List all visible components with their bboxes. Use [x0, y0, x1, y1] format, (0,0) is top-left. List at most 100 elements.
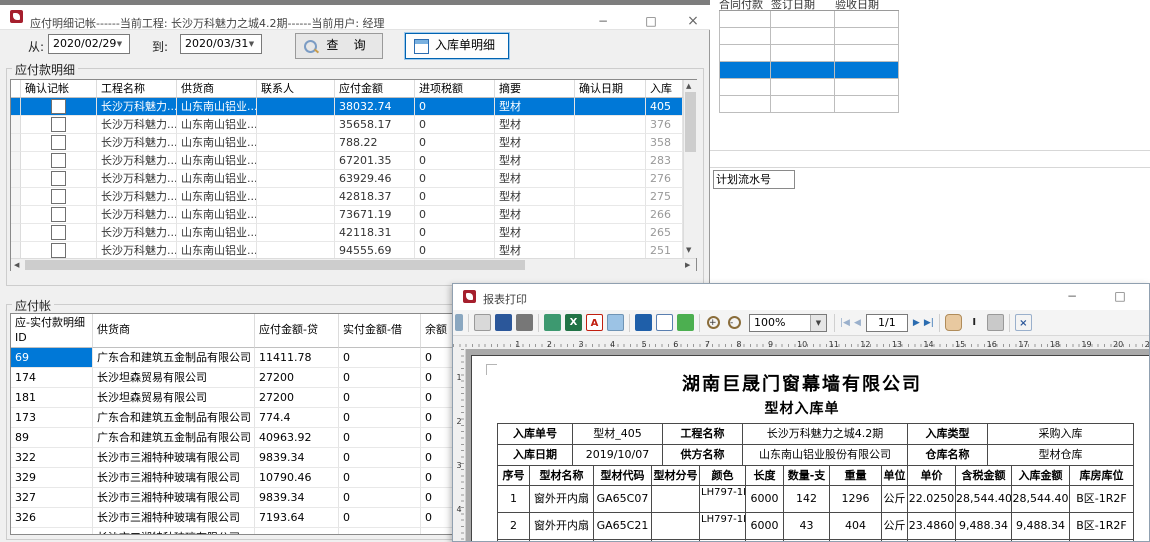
- page-setup-icon[interactable]: [495, 314, 512, 331]
- scroll-up-icon[interactable]: ▲: [686, 82, 691, 90]
- minimize-icon[interactable]: −: [1057, 288, 1087, 306]
- save-icon[interactable]: [635, 314, 652, 331]
- divider: [699, 150, 1150, 151]
- last-page-button[interactable]: ▶|: [924, 318, 934, 328]
- form-info-row: 入库日期2019/10/07供方名称山东南山铝业股份有限公司仓库名称型材仓库: [498, 445, 1134, 466]
- scroll-left-icon[interactable]: ◀: [14, 261, 19, 269]
- export-icon[interactable]: [544, 314, 561, 331]
- app-icon: [463, 290, 476, 303]
- chart-icon[interactable]: [677, 314, 694, 331]
- text-select-icon[interactable]: I: [966, 314, 983, 331]
- ruler-number: 17: [1008, 340, 1040, 349]
- to-date-select[interactable]: 2020/03/31 ▼: [180, 34, 262, 54]
- detail-table-row[interactable]: 长沙万科魅力...山东南山铝业...67201.350型材283: [11, 152, 683, 170]
- prev-page-button[interactable]: ◀: [854, 318, 861, 328]
- from-date-select[interactable]: 2020/02/29 ▼: [48, 34, 130, 54]
- zoom-in-icon[interactable]: +: [705, 314, 722, 331]
- contract-table-row[interactable]: [719, 28, 899, 45]
- ruler-number: 20: [1102, 340, 1134, 349]
- form-info-row: 入库单号型材_405工程名称长沙万科魅力之城4.2期入库类型采购入库: [498, 424, 1134, 445]
- ruler-number: 18: [1039, 340, 1071, 349]
- copy-icon[interactable]: [987, 314, 1004, 331]
- chevron-down-icon[interactable]: ▼: [810, 315, 826, 331]
- detail-table-row[interactable]: 长沙万科魅力...山东南山铝业...38032.740型材405: [11, 98, 683, 116]
- maximize-icon[interactable]: □: [1105, 288, 1135, 306]
- scroll-right-icon[interactable]: ▶: [685, 261, 690, 269]
- toolbar: X A + - 100% ▼ |◀ ◀ 1/1 ▶ ▶| I ×: [453, 310, 1149, 336]
- window-title: 报表打印: [483, 291, 527, 307]
- ruler-number: 10: [786, 340, 818, 349]
- divider: [699, 167, 1150, 168]
- ruler-number: 15: [944, 340, 976, 349]
- horizontal-ruler: 123456789101112131415161718192021: [453, 336, 1149, 350]
- detail-table-row[interactable]: 长沙万科魅力...山东南山铝业...63929.460型材276: [11, 170, 683, 188]
- account-group-label: 应付帐: [12, 297, 54, 314]
- contract-table-row[interactable]: [719, 79, 899, 96]
- company-title: 湖南巨晟门窗幕墙有限公司: [472, 370, 1132, 396]
- next-page-button[interactable]: ▶: [913, 318, 920, 328]
- excel-export-icon[interactable]: X: [565, 314, 582, 331]
- ruler-number: 21: [1134, 340, 1149, 349]
- scroll-down-icon[interactable]: ▼: [686, 246, 691, 254]
- ruler-number: 2: [453, 417, 465, 461]
- titlebar[interactable]: 应付明细记帐------当前工程: 长沙万科魅力之城4.2期------当前用户…: [0, 5, 710, 30]
- document-icon[interactable]: [656, 314, 673, 331]
- scrollbar-thumb[interactable]: [25, 260, 525, 270]
- detail-table-row[interactable]: 长沙万科魅力...山东南山铝业...94555.690型材251: [11, 242, 683, 258]
- contract-table-row[interactable]: [719, 11, 899, 28]
- contract-table-row[interactable]: [719, 62, 899, 79]
- maximize-icon[interactable]: □: [636, 13, 666, 31]
- payable-detail-table: 确认记帐工程名称供货商联系人应付金额进项税额摘要确认日期入库 长沙万科魅力...…: [10, 79, 697, 271]
- inbound-detail-button[interactable]: 入库单明细: [405, 33, 509, 59]
- page-number-field[interactable]: 1/1: [866, 314, 908, 332]
- detail-table-row[interactable]: 长沙万科魅力...山东南山铝业...35658.170型材376: [11, 116, 683, 134]
- zoom-select[interactable]: 100% ▼: [749, 314, 827, 332]
- ruler-number: 8: [723, 340, 755, 349]
- ruler-number: 7: [692, 340, 724, 349]
- ruler-number: 2: [534, 340, 566, 349]
- report-print-window: 报表打印 − □ × X A + - 100% ▼ |◀ ◀ 1/1 ▶ ▶|: [452, 283, 1150, 542]
- mail-icon[interactable]: [607, 314, 624, 331]
- detail-table-row[interactable]: 长沙万科魅力...山东南山铝业...42818.370型材275: [11, 188, 683, 206]
- hand-tool-icon[interactable]: [945, 314, 962, 331]
- chevron-down-icon[interactable]: ▼: [112, 37, 127, 51]
- ruler-number: 4: [597, 340, 629, 349]
- titlebar[interactable]: 报表打印 − □ ×: [453, 284, 1149, 311]
- settings-icon[interactable]: [516, 314, 533, 331]
- zoom-out-icon[interactable]: -: [726, 314, 743, 331]
- minimize-icon[interactable]: −: [588, 13, 618, 31]
- ruler-number: 5: [628, 340, 660, 349]
- horizontal-scrollbar[interactable]: ◀ ▶: [11, 258, 696, 271]
- form-detail-header: 序号型材名称型材代码型材分号颜色长度数量-支重量单位单价含税金额入库金额库房库位: [498, 466, 1134, 486]
- plan-serial-field[interactable]: 计划流水号: [713, 170, 795, 189]
- scrollbar-thumb[interactable]: [685, 92, 696, 152]
- ruler-number: 1: [502, 340, 534, 349]
- ruler-number: 4: [453, 505, 465, 542]
- pdf-export-icon[interactable]: A: [586, 314, 603, 331]
- close-icon[interactable]: ×: [1145, 288, 1150, 306]
- first-page-button[interactable]: |◀: [840, 318, 850, 328]
- print-icon[interactable]: [474, 314, 491, 331]
- ruler-number: 19: [1071, 340, 1103, 349]
- form-title: 型材入库单: [472, 398, 1132, 418]
- form-detail-row: 2窗外开内扇GA65C21LH797-1LL600043404公斤23.4860…: [498, 513, 1134, 540]
- detail-table-row[interactable]: 长沙万科魅力...山东南山铝业...788.220型材358: [11, 134, 683, 152]
- detail-table-row[interactable]: 长沙万科魅力...山东南山铝业...42118.310型材265: [11, 224, 683, 242]
- contract-payment-table: 合同付款签订日期验收日期: [719, 0, 899, 113]
- close-icon[interactable]: ×: [678, 13, 708, 31]
- close-preview-icon[interactable]: ×: [1015, 314, 1032, 331]
- vertical-scrollbar[interactable]: ▲ ▼: [683, 80, 697, 258]
- ruler-number: 9: [755, 340, 787, 349]
- sheet-icon: [414, 39, 429, 54]
- window-title: 应付明细记帐------当前工程: 长沙万科魅力之城4.2期------当前用户…: [30, 15, 385, 31]
- report-page: 湖南巨晟门窗幕墙有限公司 型材入库单 入库单号型材_405工程名称长沙万科魅力之…: [471, 355, 1149, 542]
- ruler-number: 1: [453, 373, 465, 417]
- query-button[interactable]: 查 询: [295, 33, 383, 59]
- chevron-down-icon[interactable]: ▼: [244, 37, 259, 51]
- contract-table-row[interactable]: [719, 45, 899, 62]
- search-icon: [304, 40, 317, 53]
- detail-table-row[interactable]: 长沙万科魅力...山东南山铝业...73671.190型材266: [11, 206, 683, 224]
- preview-area[interactable]: 1234 湖南巨晟门窗幕墙有限公司 型材入库单 入库单号型材_405工程名称长沙…: [453, 349, 1149, 542]
- panel-icon[interactable]: [455, 314, 463, 331]
- contract-table-row[interactable]: [719, 96, 899, 113]
